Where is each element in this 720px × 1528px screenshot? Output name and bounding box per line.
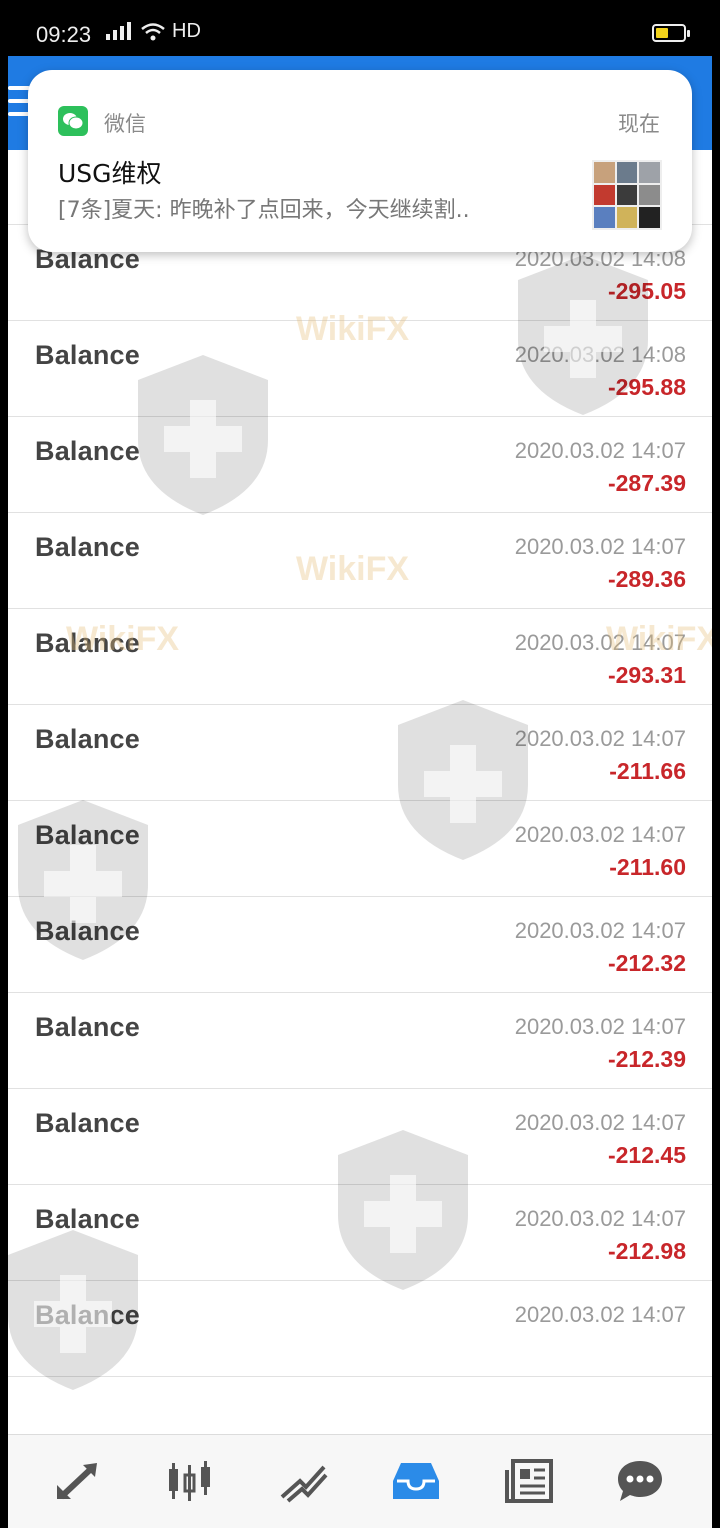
tab-trade[interactable] — [50, 1453, 106, 1509]
status-icons: HD — [104, 20, 201, 43]
row-type-label: Balance — [35, 724, 140, 754]
row-amount: -212.39 — [607, 1046, 686, 1072]
balance-row[interactable]: Balance 2020.03.02 14:07 -212.45 — [8, 1090, 712, 1185]
row-date: 2020.03.02 14:07 — [514, 534, 686, 559]
row-type-label: Balance — [35, 628, 140, 658]
group-avatar — [592, 160, 662, 230]
row-type-label: Balance — [35, 916, 140, 946]
status-time: 09:23 — [36, 22, 92, 47]
balance-row[interactable]: Balance 2020.03.02 14:07 -293.31 — [8, 610, 712, 705]
notification-card[interactable]: 微信 现在 USG维权 [7条]夏天: 昨晚补了点回来，今天继续割.. — [28, 70, 692, 252]
balance-row[interactable]: Balance 2020.03.02 14:07 -211.60 — [8, 802, 712, 897]
status-bar: 09:23 HD — [0, 0, 720, 56]
row-date: 2020.03.02 14:07 — [514, 1302, 686, 1327]
row-type-label: Balance — [35, 1300, 140, 1330]
row-amount: -295.05 — [607, 278, 686, 304]
tab-chat[interactable] — [612, 1453, 668, 1509]
news-icon — [505, 1459, 553, 1503]
row-amount: -293.31 — [607, 662, 686, 688]
row-date: 2020.03.02 14:07 — [514, 1110, 686, 1135]
inbox-history-icon — [393, 1463, 439, 1499]
chat-icon — [618, 1461, 662, 1501]
row-amount: -287.39 — [607, 470, 686, 496]
tab-chart[interactable] — [276, 1453, 332, 1509]
row-amount: -212.32 — [607, 950, 686, 976]
balance-row[interactable]: Balance 2020.03.02 14:07 -211.66 — [8, 706, 712, 801]
row-type-label: Balance — [35, 340, 140, 370]
row-type-label: Balance — [35, 1012, 140, 1042]
row-date: 2020.03.02 14:07 — [514, 438, 686, 463]
notification-text: [7条]夏天: 昨晚补了点回来，今天继续割.. — [58, 198, 470, 223]
wechat-icon — [58, 106, 88, 136]
row-type-label: Balance — [35, 436, 140, 466]
row-date: 2020.03.02 14:07 — [514, 918, 686, 943]
row-amount: -211.66 — [609, 758, 686, 784]
wifi-icon — [141, 22, 165, 40]
trade-arrows-icon — [57, 1463, 97, 1500]
tab-quotes[interactable] — [162, 1453, 218, 1509]
row-type-label: Balance — [35, 532, 140, 562]
balance-row[interactable]: Balance 2020.03.02 14:07 — [8, 1282, 712, 1377]
row-type-label: Balance — [35, 1204, 140, 1234]
row-date: 2020.03.02 14:07 — [514, 726, 686, 751]
balance-row[interactable]: Balance 2020.03.02 14:07 -212.98 — [8, 1186, 712, 1281]
row-date: 2020.03.02 14:07 — [514, 1014, 686, 1039]
balance-row[interactable]: Balance 2020.03.02 14:07 -289.36 — [8, 514, 712, 609]
chart-line-icon — [280, 1465, 328, 1503]
battery-icon — [652, 24, 690, 42]
tab-news[interactable] — [502, 1453, 558, 1509]
balance-row[interactable]: Balance 2020.03.02 14:07 -212.39 — [8, 994, 712, 1089]
bottom-tab-bar — [8, 1434, 712, 1528]
row-type-label: Balance — [35, 820, 140, 850]
network-type: HD — [172, 20, 201, 42]
row-date: 2020.03.02 14:07 — [514, 1206, 686, 1231]
notification-app-name: 微信 — [104, 112, 146, 136]
signal-icon — [106, 21, 131, 40]
balance-list[interactable]: Balance2020.03.02 14:08-292.79Balance202… — [8, 150, 712, 1434]
candlestick-icon — [169, 1461, 210, 1501]
row-date: 2020.03.02 14:07 — [514, 822, 686, 847]
row-amount: -289.36 — [607, 566, 686, 592]
notification-time: 现在 — [618, 112, 660, 136]
tab-history[interactable] — [388, 1453, 444, 1509]
balance-row[interactable]: Balance 2020.03.02 14:07 -212.32 — [8, 898, 712, 993]
row-amount: -212.98 — [607, 1238, 686, 1264]
row-amount: -212.45 — [607, 1142, 686, 1168]
balance-row[interactable]: Balance 2020.03.02 14:08 -295.88 — [8, 322, 712, 417]
notification-title: USG维权 — [58, 159, 162, 188]
row-date: 2020.03.02 14:07 — [514, 630, 686, 655]
row-type-label: Balance — [35, 1108, 140, 1138]
balance-row[interactable]: Balance 2020.03.02 14:07 -287.39 — [8, 418, 712, 513]
row-date: 2020.03.02 14:08 — [514, 342, 686, 367]
menu-icon[interactable] — [8, 86, 30, 116]
row-amount: -211.60 — [609, 854, 686, 880]
row-amount: -295.88 — [607, 374, 686, 400]
